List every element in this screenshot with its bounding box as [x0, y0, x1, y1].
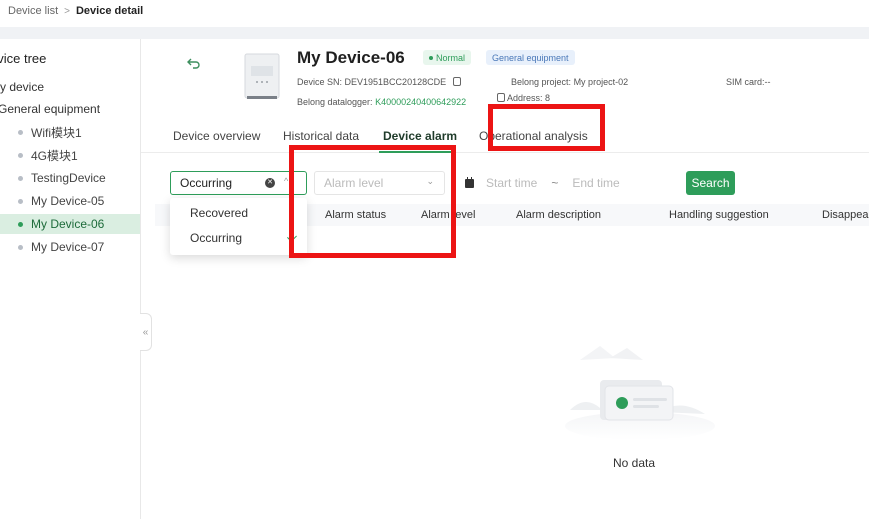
tree-dot-icon: [18, 244, 23, 250]
chevron-up-icon: ^: [284, 176, 289, 186]
start-time-input[interactable]: Start time: [486, 176, 537, 190]
tree-dot-icon: [18, 198, 23, 204]
alarm-status-select[interactable]: Occurring ✕ ^: [170, 171, 307, 195]
tree-item-label: My Device-06: [31, 217, 105, 231]
tab-device-overview[interactable]: Device overview: [173, 129, 260, 143]
tab-historical-data[interactable]: Historical data: [283, 129, 359, 143]
option-occurring[interactable]: Occurring: [170, 226, 307, 250]
tab-device-alarm[interactable]: Device alarm: [383, 129, 457, 143]
tree-item-label: Wifi模块1: [31, 125, 82, 140]
device-tree-sidebar: evice tree y device General equipment Wi…: [0, 39, 141, 519]
alarm-status-dropdown: Recovered Occurring: [170, 198, 307, 255]
tree-item-label: TestingDevice: [31, 171, 106, 185]
option-occurring-label: Occurring: [190, 231, 243, 245]
option-recovered[interactable]: Recovered: [170, 201, 307, 225]
breadcrumb-current: Device detail: [75, 5, 144, 17]
copy-icon[interactable]: [497, 93, 505, 102]
highlight-box-alarm-level: [289, 145, 456, 258]
highlight-box-operational-analysis: [488, 104, 605, 151]
address-label: Address:: [507, 93, 543, 103]
sidebar-collapse-button[interactable]: «: [140, 313, 152, 351]
date-range-picker[interactable]: Start time ~ End time: [459, 171, 675, 195]
breadcrumb: Device list > Device detail: [8, 5, 143, 17]
device-sn-value: DEV1951BCC20128CDE: [344, 77, 447, 87]
column-alarm-description: Alarm description: [516, 209, 601, 221]
belong-project-value: My project-02: [573, 77, 629, 87]
status-badge-text: Normal: [436, 52, 466, 63]
device-name: My Device-06: [297, 48, 405, 67]
tree-item-my-device-06[interactable]: My Device-06: [0, 214, 140, 234]
device-image: [244, 53, 280, 99]
range-separator: ~: [551, 176, 559, 190]
device-detail-page: Device list > Device detail evice tree y…: [0, 0, 869, 519]
empty-state-text: No data: [613, 456, 656, 470]
top-band: [0, 27, 869, 39]
tree-dot-icon: [18, 175, 23, 181]
sim-card-row: SIM card:--: [726, 77, 771, 87]
datalogger-label: Belong datalogger:: [297, 97, 373, 107]
datalogger-row: Belong datalogger: K40000240400642922: [297, 97, 466, 107]
device-type-badge: General equipment: [486, 50, 575, 65]
copy-icon[interactable]: [452, 77, 461, 86]
address-value: 8: [545, 93, 551, 103]
tree-dot-icon: [18, 129, 23, 135]
calendar-icon: [465, 176, 474, 188]
belong-project-row: Belong project: My project-02: [511, 77, 628, 87]
breadcrumb-separator: >: [64, 5, 70, 17]
sim-card-value: --: [764, 77, 771, 87]
search-button[interactable]: Search: [686, 171, 735, 195]
tree-item-wifi[interactable]: Wifi模块1: [0, 122, 140, 142]
alarm-status-value: Occurring: [180, 176, 233, 190]
tree-item-my-device-07[interactable]: My Device-07: [0, 237, 140, 257]
tree-item-testing-device[interactable]: TestingDevice: [0, 168, 140, 188]
tree-item-label: My Device-07: [31, 240, 105, 254]
tree-node-general-equipment[interactable]: General equipment: [0, 102, 100, 116]
device-tree-title: evice tree: [0, 51, 47, 66]
back-arrow-icon[interactable]: [186, 56, 200, 72]
datalogger-link[interactable]: K40000240400642922: [375, 97, 466, 107]
status-badge: Normal: [423, 50, 472, 65]
tree-dot-icon: [18, 221, 23, 227]
tree-item-4g[interactable]: 4G模块1: [0, 145, 140, 165]
tree-item-my-device-05[interactable]: My Device-05: [0, 191, 140, 211]
end-time-input[interactable]: End time: [572, 176, 619, 190]
back-arrow-svg: [187, 58, 200, 69]
tree-item-label: 4G模块1: [31, 148, 78, 163]
device-sn-row: Device SN: DEV1951BCC20128CDE: [297, 77, 461, 87]
tree-node-my-device[interactable]: y device: [0, 80, 44, 94]
tree-dot-icon: [18, 152, 23, 158]
tree-item-label: My Device-05: [31, 194, 105, 208]
column-handling-suggestion: Handling suggestion: [669, 209, 769, 221]
clear-icon[interactable]: ✕: [265, 178, 275, 188]
breadcrumb-device-list[interactable]: Device list: [8, 5, 58, 17]
address-row: Address: 8: [497, 93, 550, 103]
device-sn-label: Device SN:: [297, 77, 343, 87]
belong-project-label: Belong project:: [511, 77, 572, 87]
sim-card-label: SIM card:: [726, 77, 765, 87]
status-dot-icon: [429, 55, 433, 60]
empty-state-icon: [565, 346, 715, 440]
column-disappear: Disappear: [822, 209, 869, 221]
